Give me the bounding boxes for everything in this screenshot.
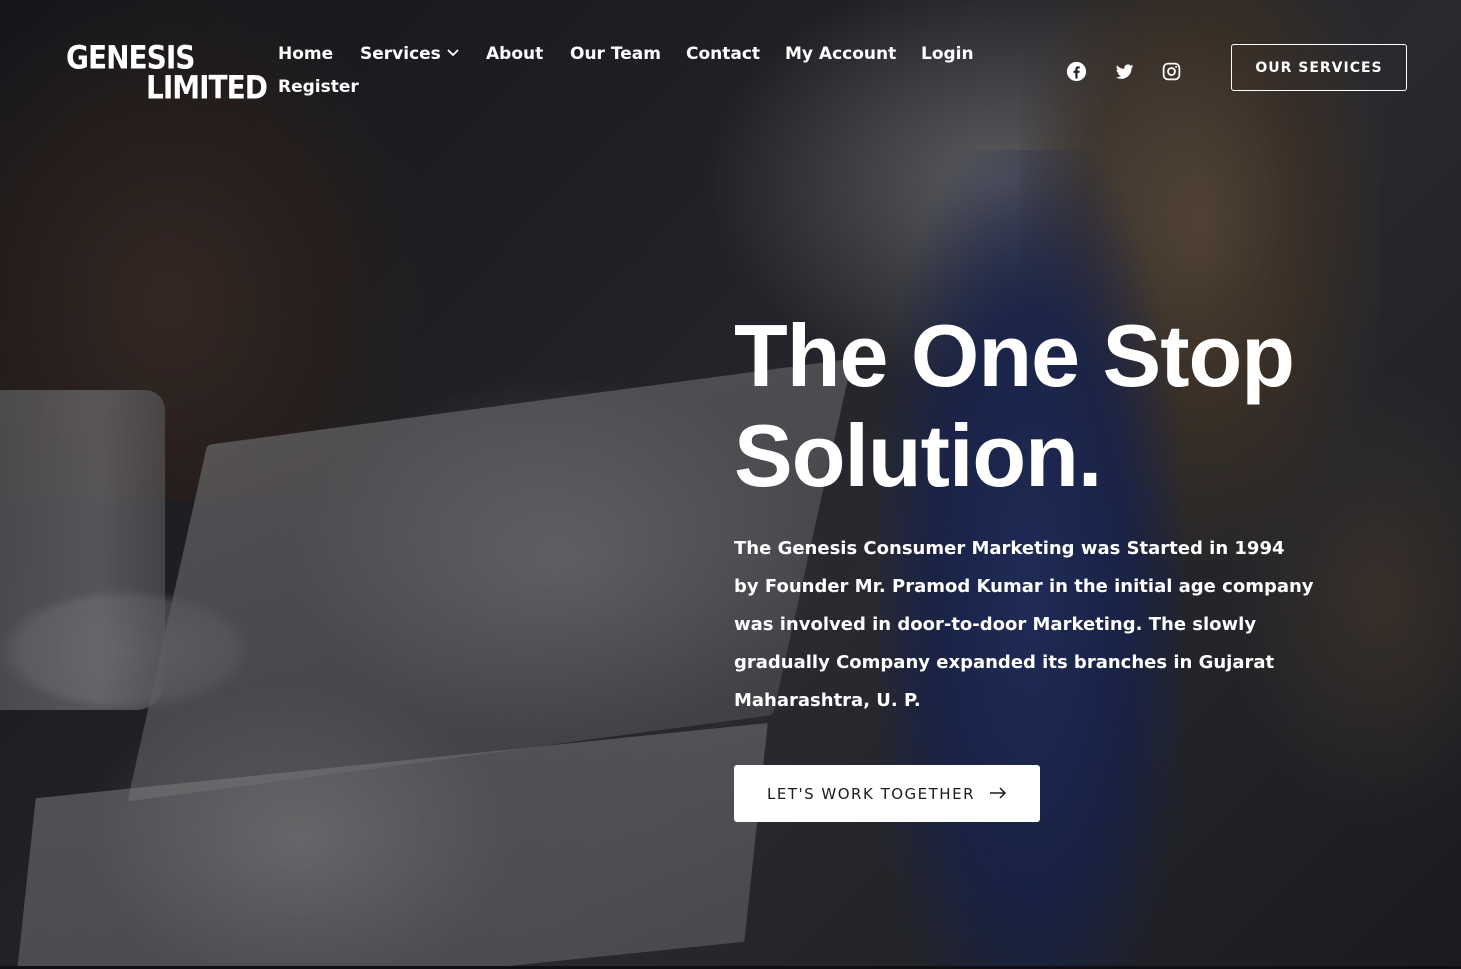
nav-item-login[interactable]: Login [921, 44, 974, 64]
nav-item-services-label: Services [360, 44, 441, 64]
site-logo[interactable]: GENESIS LIMITED [66, 41, 268, 103]
twitter-icon[interactable] [1111, 58, 1137, 84]
hero-title: The One Stop Solution. [734, 306, 1374, 506]
arrow-right-icon [989, 783, 1007, 804]
our-services-button[interactable]: OUR SERVICES [1231, 44, 1407, 91]
hero-description: The Genesis Consumer Marketing was Start… [734, 538, 1314, 711]
nav-item-register[interactable]: Register [278, 77, 359, 97]
nav-item-my-account[interactable]: My Account [785, 44, 896, 64]
lets-work-together-button[interactable]: LET'S WORK TOGETHER [734, 765, 1040, 822]
nav-item-home[interactable]: Home [278, 44, 333, 64]
lets-work-together-label: LET'S WORK TOGETHER [767, 784, 975, 803]
instagram-icon[interactable] [1158, 58, 1184, 84]
logo-line-2: LIMITED [146, 68, 268, 107]
facebook-icon[interactable] [1063, 58, 1089, 84]
nav-item-about[interactable]: About [486, 44, 543, 64]
nav-item-services[interactable]: Services [360, 44, 459, 64]
hero-section: GENESIS LIMITED Home Services About Our … [0, 0, 1461, 969]
nav-item-contact[interactable]: Contact [686, 44, 760, 64]
hero-title-line-2: Solution. [734, 406, 1102, 505]
nav-item-our-team[interactable]: Our Team [570, 44, 661, 64]
hero-title-line-1: The One Stop [734, 306, 1295, 405]
chevron-down-icon [447, 46, 459, 60]
